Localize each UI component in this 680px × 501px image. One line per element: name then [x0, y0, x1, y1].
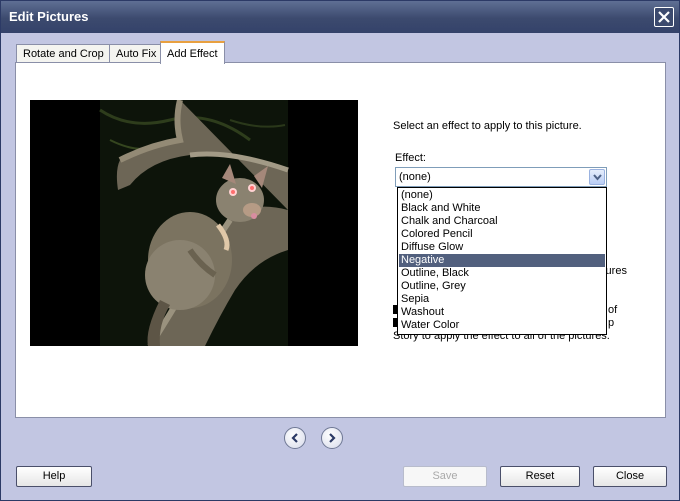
effect-option-water-color[interactable]: Water Color — [399, 319, 605, 332]
chevron-down-icon — [593, 174, 602, 181]
edit-pictures-dialog: Edit Pictures Rotate and Crop Auto Fix A… — [0, 0, 680, 501]
close-x-icon — [658, 11, 670, 23]
title-bar: Edit Pictures — [1, 1, 679, 33]
tab-label: Auto Fix — [116, 48, 157, 60]
close-window-button[interactable] — [654, 7, 674, 27]
effect-select-value: (none) — [399, 171, 431, 183]
arrow-left-icon — [291, 433, 298, 443]
picture-preview — [30, 100, 358, 346]
hidden-description-fragment: of — [608, 304, 618, 316]
instruction-text: Select an effect to apply to this pictur… — [393, 120, 582, 132]
effect-option-chalk-and-charcoal[interactable]: Chalk and Charcoal — [399, 215, 605, 228]
possum-photo-image — [30, 100, 358, 346]
dropdown-button[interactable] — [589, 169, 605, 185]
effect-option-outline-black[interactable]: Outline, Black — [399, 267, 605, 280]
save-button[interactable]: Save — [403, 466, 487, 487]
tab-add-effect[interactable]: Add Effect — [160, 41, 225, 64]
tab-label: Rotate and Crop — [23, 48, 104, 60]
effect-option-colored-pencil[interactable]: Colored Pencil — [399, 228, 605, 241]
help-button[interactable]: Help — [16, 466, 92, 487]
hidden-description-fragment: p — [608, 317, 615, 329]
reset-button[interactable]: Reset — [500, 466, 580, 487]
tab-auto-fix[interactable]: Auto Fix — [109, 44, 164, 62]
effect-option-negative[interactable]: Negative — [399, 254, 605, 267]
tab-label: Add Effect — [167, 48, 218, 60]
effect-option-black-and-white[interactable]: Black and White — [399, 202, 605, 215]
effect-option-washout[interactable]: Washout — [399, 306, 605, 319]
close-button[interactable]: Close — [593, 466, 667, 487]
previous-picture-button[interactable] — [284, 427, 306, 449]
effect-option-sepia[interactable]: Sepia — [399, 293, 605, 306]
effect-label: Effect: — [395, 152, 426, 164]
add-effect-panel: Select an effect to apply to this pictur… — [15, 62, 666, 418]
tab-rotate-and-crop[interactable]: Rotate and Crop — [16, 44, 111, 62]
effect-option-none[interactable]: (none) — [399, 189, 605, 202]
next-picture-button[interactable] — [321, 427, 343, 449]
effect-option-diffuse-glow[interactable]: Diffuse Glow — [399, 241, 605, 254]
effect-dropdown-list: (none) Black and White Chalk and Charcoa… — [397, 187, 607, 335]
effect-option-outline-grey[interactable]: Outline, Grey — [399, 280, 605, 293]
effect-select[interactable]: (none) — [395, 167, 607, 187]
window-title: Edit Pictures — [9, 9, 89, 24]
arrow-right-icon — [329, 433, 336, 443]
